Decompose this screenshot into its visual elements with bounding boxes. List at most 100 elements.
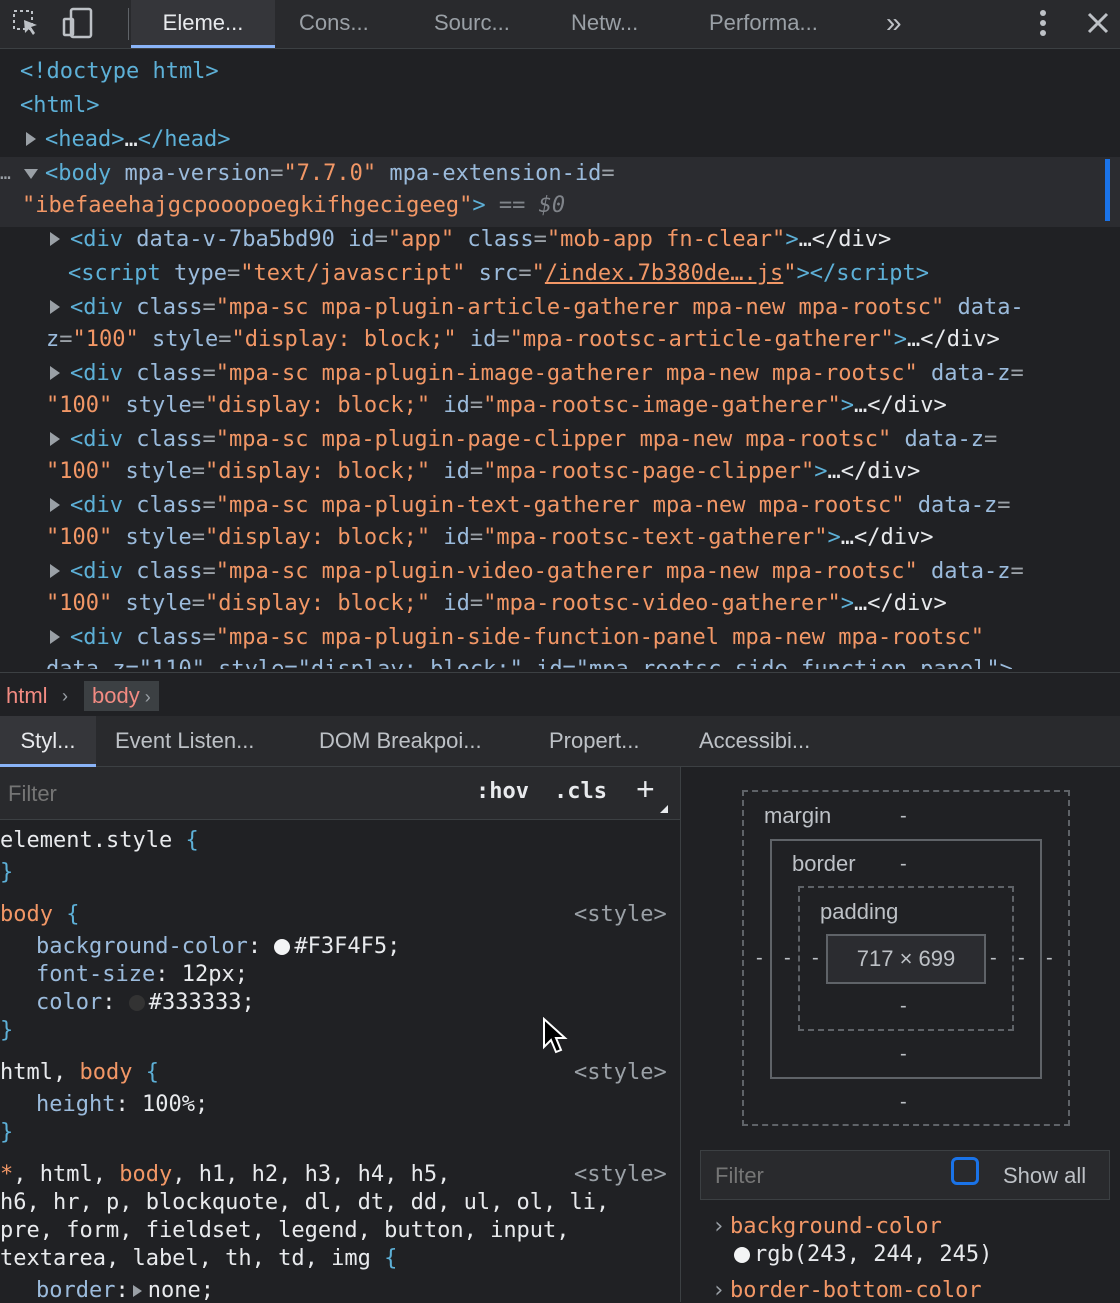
reset-rule-selector-line[interactable]: pre, form, fieldset, legend, button, inp… <box>0 1217 570 1245</box>
tab-sources[interactable]: Sourc... <box>434 0 510 46</box>
margin-bottom-value[interactable]: - <box>900 1091 907 1114</box>
node-gutter-ellipsis: … <box>0 163 11 184</box>
body-open-line-cont[interactable]: "ibefaeehajgcpooopoegkifhgecigeeg"> == $… <box>22 189 565 222</box>
margin-left-value[interactable]: - <box>756 947 763 970</box>
tab-dom-breakpoints[interactable]: DOM Breakpoi... <box>319 716 482 766</box>
inspect-element-icon[interactable] <box>6 0 46 46</box>
padding-right-value[interactable]: - <box>990 947 997 970</box>
tab-event-listeners[interactable]: Event Listen... <box>115 716 254 766</box>
tab-properties[interactable]: Propert... <box>549 716 639 766</box>
reset-rule-selector-line[interactable]: textarea, label, th, td, img { <box>0 1245 397 1273</box>
breadcrumb-body[interactable]: body › <box>84 681 159 711</box>
head-line[interactable]: <head>…</head> <box>45 123 230 156</box>
color-swatch-icon[interactable] <box>128 995 145 1011</box>
computed-filter-input[interactable] <box>713 1159 937 1193</box>
box-margin-label: margin <box>764 803 832 828</box>
prop-font-size[interactable]: font-size: 12px; <box>36 961 248 989</box>
computed-filter-bar: Show all <box>700 1150 1110 1200</box>
prop-background-color[interactable]: background-color: #F3F4F5; <box>36 933 400 961</box>
padding-left-value[interactable]: - <box>812 947 819 970</box>
expand-plugin-icon[interactable] <box>50 432 60 446</box>
tab-network[interactable]: Netw... <box>571 0 638 46</box>
body-open-line[interactable]: <body mpa-version="7.7.0" mpa-extension-… <box>45 157 615 190</box>
margin-top-value[interactable]: - <box>900 805 907 828</box>
chevron-right-icon[interactable]: › <box>712 1278 725 1303</box>
margin-right-value[interactable]: - <box>1046 947 1053 970</box>
plugin-div-line[interactable]: <div class="mpa-sc mpa-plugin-side-funct… <box>70 621 984 654</box>
box-content[interactable]: 717 × 699 <box>826 934 986 984</box>
body-rule-selector[interactable]: body { <box>0 901 79 929</box>
expand-plugin-icon[interactable] <box>50 366 60 380</box>
expand-shorthand-icon[interactable] <box>132 1285 142 1297</box>
element-style-rule[interactable]: element.style { <box>0 827 199 855</box>
prop-color[interactable]: color: #333333; <box>36 989 255 1017</box>
sidebar-tabs: Styl... Event Listen... DOM Breakpoi... … <box>0 716 1120 767</box>
prop-border[interactable]: border: none; <box>36 1277 214 1302</box>
styles-pane: :hov .cls + element.style { } body { <st… <box>0 767 681 1302</box>
plugin-div-line-cont[interactable]: "100" style="display: block;" id="mpa-ro… <box>46 455 920 488</box>
rule-close-brace: } <box>0 1120 14 1145</box>
border-left-value[interactable]: - <box>784 947 791 970</box>
reset-rule-selector-line[interactable]: h6, hr, p, blockquote, dl, dt, dd, ul, o… <box>0 1189 609 1217</box>
show-all-checkbox[interactable] <box>951 1157 979 1185</box>
style-source-link[interactable]: <style> <box>574 1059 667 1087</box>
plugin-div-line-cont[interactable]: z="100" style="display: block;" id="mpa-… <box>46 323 1000 356</box>
border-right-value[interactable]: - <box>1018 947 1025 970</box>
more-tabs-icon[interactable]: » <box>886 0 902 46</box>
styles-filter-input[interactable] <box>6 777 450 811</box>
div-app-line[interactable]: <div data-v-7ba5bd90 id="app" class="mob… <box>70 223 891 256</box>
expand-app-div-icon[interactable] <box>50 232 60 246</box>
style-source-link[interactable]: <style> <box>574 1161 667 1189</box>
breadcrumb: html › body › <box>0 672 1120 717</box>
expand-plugin-icon[interactable] <box>50 630 60 644</box>
plugin-div-line-cont[interactable]: "100" style="display: block;" id="mpa-ro… <box>46 587 947 620</box>
add-rule-icon[interactable]: + <box>636 771 655 808</box>
tab-accessibility[interactable]: Accessibi... <box>699 716 810 766</box>
border-top-value[interactable]: - <box>900 853 907 876</box>
expand-plugin-icon[interactable] <box>50 498 60 512</box>
tab-console[interactable]: Cons... <box>299 0 369 46</box>
rule-close-brace: } <box>0 860 14 885</box>
breadcrumb-html[interactable]: html <box>6 681 48 711</box>
computed-prop-background-color[interactable]: background-color <box>730 1214 942 1239</box>
plugin-div-line-cont[interactable]: data-z="110" style="display: block;" id=… <box>46 653 1013 669</box>
tab-styles[interactable]: Styl... <box>0 716 96 767</box>
chevron-right-icon[interactable]: › <box>712 1214 725 1239</box>
collapse-body-icon[interactable] <box>24 169 38 179</box>
computed-prop-border-bottom-color[interactable]: border-bottom-color <box>730 1278 982 1303</box>
border-bottom-value[interactable]: - <box>900 1043 907 1066</box>
styles-filter-bar: :hov .cls + <box>0 767 680 820</box>
tab-elements[interactable]: Eleme... <box>131 0 275 48</box>
color-swatch-icon[interactable] <box>274 939 291 955</box>
corner-triangle-icon <box>660 805 668 813</box>
plugin-div-line[interactable]: <div class="mpa-sc mpa-plugin-image-gath… <box>70 357 1024 390</box>
plugin-div-line[interactable]: <div class="mpa-sc mpa-plugin-article-ga… <box>70 291 1024 324</box>
padding-bottom-value[interactable]: - <box>900 995 907 1018</box>
script-src-link[interactable]: /index.7b380de….js <box>545 261 783 286</box>
script-line[interactable]: <script type="text/javascript" src="/ind… <box>68 257 929 290</box>
style-source-link[interactable]: <style> <box>574 901 667 929</box>
expand-plugin-icon[interactable] <box>50 300 60 314</box>
devtools-toolbar: Eleme... Cons... Sourc... Netw... Perfor… <box>0 0 1120 49</box>
device-toolbar-icon[interactable] <box>58 0 98 46</box>
html-body-rule-selector[interactable]: html, body { <box>0 1059 159 1087</box>
plugin-div-line[interactable]: <div class="mpa-sc mpa-plugin-video-gath… <box>70 555 1024 588</box>
plugin-div-line[interactable]: <div class="mpa-sc mpa-plugin-text-gathe… <box>70 489 1010 522</box>
close-icon[interactable] <box>1082 0 1114 46</box>
html-open-line[interactable]: <html> <box>20 89 99 122</box>
kebab-menu-icon[interactable] <box>1028 0 1058 46</box>
plugin-div-line-cont[interactable]: "100" style="display: block;" id="mpa-ro… <box>46 389 947 422</box>
plugin-div-line[interactable]: <div class="mpa-sc mpa-plugin-page-clipp… <box>70 423 997 456</box>
plugin-div-line-cont[interactable]: "100" style="display: block;" id="mpa-ro… <box>46 521 933 554</box>
dom-scrollbar[interactable] <box>1105 159 1110 221</box>
tab-performance[interactable]: Performa... <box>709 0 818 46</box>
cls-toggle[interactable]: .cls <box>554 779 607 804</box>
prop-height[interactable]: height: 100%; <box>36 1091 208 1119</box>
dom-tree: <!doctype html> <html> <head>…</head> … … <box>0 49 1120 669</box>
reset-rule-selector[interactable]: *, html, body, h1, h2, h3, h4, h5, <box>0 1161 450 1189</box>
toolbar-separator <box>128 8 129 40</box>
expand-plugin-icon[interactable] <box>50 564 60 578</box>
hov-toggle[interactable]: :hov <box>476 779 529 804</box>
show-all-label: Show all <box>1003 1163 1087 1188</box>
expand-head-icon[interactable] <box>26 132 36 146</box>
